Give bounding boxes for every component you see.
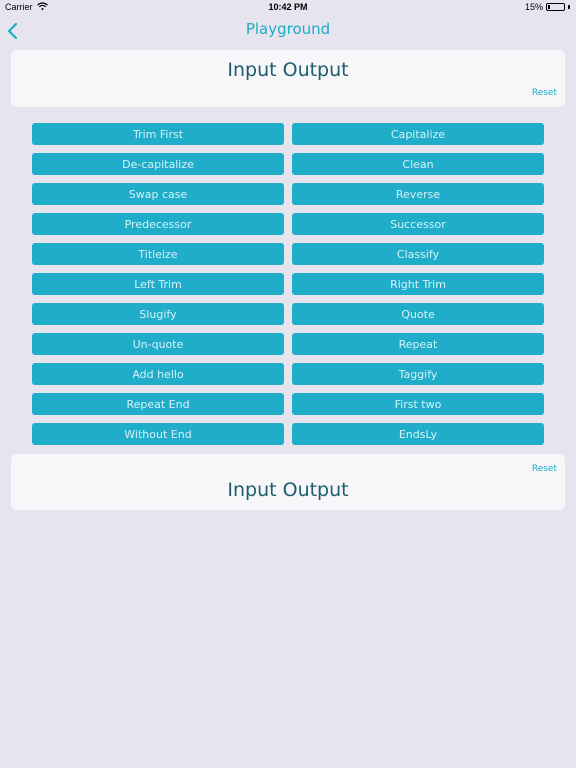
operation-button-classify[interactable]: Classify: [292, 243, 544, 265]
operation-button-slugify[interactable]: Slugify: [32, 303, 284, 325]
operation-button-repeat[interactable]: Repeat: [292, 333, 544, 355]
operations-grid: Trim First Capitalize De-capitalize Clean Sw…: [32, 123, 544, 445]
input-reset-button[interactable]: Reset: [532, 88, 557, 98]
output-card[interactable]: Reset Input Output: [11, 454, 565, 510]
status-bar: Carrier 10:42 PM 15%: [0, 0, 576, 16]
operation-button-reverse[interactable]: Reverse: [292, 183, 544, 205]
operation-button-endsly[interactable]: EndsLy: [292, 423, 544, 445]
output-field[interactable]: Input Output: [11, 479, 565, 501]
battery-icon: [546, 3, 565, 11]
operation-button-left-trim[interactable]: Left Trim: [32, 273, 284, 295]
operation-button-titleize[interactable]: Titleize: [32, 243, 284, 265]
battery-percent: 15%: [524, 2, 543, 12]
operation-button-predecessor[interactable]: Predecessor: [32, 213, 284, 235]
operation-button-without-end[interactable]: Without End: [32, 423, 284, 445]
status-time: 10:42 PM: [268, 2, 308, 12]
input-field[interactable]: Input Output: [11, 59, 565, 81]
operation-button-un-quote[interactable]: Un-quote: [32, 333, 284, 355]
operation-button-add-hello[interactable]: Add hello: [32, 363, 284, 385]
operation-button-trim-first[interactable]: Trim First: [32, 123, 284, 145]
operation-button-clean[interactable]: Clean: [292, 153, 544, 175]
operation-button-quote[interactable]: Quote: [292, 303, 544, 325]
operation-button-swap-case[interactable]: Swap case: [32, 183, 284, 205]
operation-button-successor[interactable]: Successor: [292, 213, 544, 235]
battery-tip: [568, 5, 570, 9]
status-right: 15%: [525, 2, 570, 12]
operation-button-repeat-end[interactable]: Repeat End: [32, 393, 284, 415]
operation-button-capitalize[interactable]: Capitalize: [292, 123, 544, 145]
navigation-bar: Playground: [0, 16, 576, 44]
operation-button-first-two[interactable]: First two: [292, 393, 544, 415]
operation-button-right-trim[interactable]: Right Trim: [292, 273, 544, 295]
operation-button-taggify[interactable]: Taggify: [292, 363, 544, 385]
page-title: Playground: [245, 20, 331, 38]
input-card[interactable]: Input Output Reset: [11, 50, 565, 107]
output-reset-button[interactable]: Reset: [532, 464, 557, 474]
operation-button-de-capitalize[interactable]: De-capitalize: [32, 153, 284, 175]
